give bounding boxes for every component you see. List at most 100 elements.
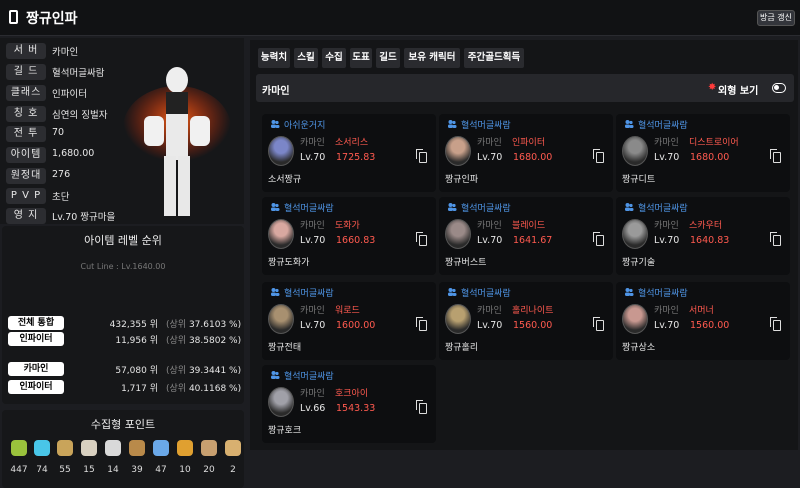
ranking-rank: 57,080 위 (115, 366, 158, 376)
profile-value: 276 (52, 169, 71, 180)
collection-item[interactable]: 39 (126, 440, 148, 480)
tab-0[interactable]: 능력치 (258, 48, 290, 68)
ignea-token-icon (105, 440, 121, 456)
collection-item[interactable]: 14 (102, 440, 124, 480)
tab-1[interactable]: 스킬 (294, 48, 318, 68)
copy-icon[interactable] (593, 232, 604, 246)
collection-count: 47 (155, 465, 167, 475)
character-level: Lv.70 (300, 152, 326, 163)
character-item-level: 1680.00 (513, 152, 553, 163)
character-card[interactable]: 아쉬운거지 카마인 소서리스 Lv.70 1725.83 소서짱규 (262, 114, 436, 192)
tab-6[interactable]: 주간골드획득 (464, 48, 524, 68)
refresh-button[interactable]: 방금 갱신 (757, 10, 795, 26)
character-card[interactable]: 혈석머글싸람 카마인 디스트로이어 Lv.70 1680.00 짱규디트 (616, 114, 790, 192)
character-name: 짱규기술 (622, 258, 656, 268)
copy-icon[interactable] (416, 400, 427, 414)
character-card[interactable]: 혈석머글싸람 카마인 인파이터 Lv.70 1680.00 짱규인파 (439, 114, 613, 192)
character-server: 카마인 (477, 221, 502, 231)
orpheus-star-icon (225, 440, 241, 456)
ranking-row: 카마인 57,080 위 (상위 39.3441 %) (8, 362, 244, 378)
character-portrait (268, 219, 294, 249)
character-item-level: 1560.00 (690, 320, 730, 331)
collection-item[interactable]: 2 (222, 440, 244, 480)
collection-item[interactable]: 15 (78, 440, 100, 480)
ranking-percent: 40.1168 %) (188, 384, 242, 394)
collection-item[interactable]: 10 (174, 440, 196, 480)
guild-members-icon (625, 288, 634, 296)
copy-icon[interactable] (770, 149, 781, 163)
collection-item[interactable]: 20 (198, 440, 220, 480)
character-level: Lv.70 (477, 235, 503, 246)
collection-count: 15 (83, 465, 95, 475)
copy-icon[interactable] (770, 232, 781, 246)
tab-2[interactable]: 수집 (322, 48, 346, 68)
copy-icon[interactable] (593, 149, 604, 163)
character-item-level: 1543.33 (336, 403, 376, 414)
guild-members-icon (448, 203, 457, 211)
collection-item[interactable]: 55 (54, 440, 76, 480)
character-server: 카마인 (300, 138, 325, 148)
character-card[interactable]: 혈석머글싸람 카마인 홀리나이트 Lv.70 1560.00 짱규홀리 (439, 282, 613, 360)
profile-label: 길 드 (6, 64, 46, 80)
character-card[interactable]: 혈석머글싸람 카마인 블레이드 Lv.70 1641.67 짱규버스트 (439, 197, 613, 275)
mokoko-seed-icon (11, 440, 27, 456)
character-name: 짱규호크 (268, 426, 302, 436)
copy-icon[interactable] (416, 317, 427, 331)
page-title: 짱규인파 (26, 11, 78, 27)
character-portrait (268, 387, 294, 417)
character-class: 스카우터 (689, 221, 723, 231)
collection-item[interactable]: 74 (31, 440, 53, 480)
world-tree-leaf-icon (177, 440, 193, 456)
sea-bounty-icon (153, 440, 169, 456)
appearance-toggle[interactable] (772, 83, 786, 93)
character-item-level: 1680.00 (690, 152, 730, 163)
character-server: 카마인 (477, 306, 502, 316)
profile-label: 전 투 (6, 126, 46, 142)
guild-name: 혈석머글싸람 (461, 204, 511, 214)
guild-members-icon (271, 203, 280, 211)
collection-title: 수집형 포인트 (90, 418, 156, 431)
guild-members-icon (271, 120, 280, 128)
collection-count: 447 (10, 465, 28, 475)
guild-name: 혈석머글싸람 (461, 121, 511, 131)
profile-label: 칭 호 (6, 106, 46, 122)
character-card[interactable]: 혈석머글싸람 카마인 서머너 Lv.70 1560.00 짱규상소 (616, 282, 790, 360)
character-card[interactable]: 혈석머글싸람 카마인 호크아이 Lv.66 1543.33 짱규호크 (262, 365, 436, 443)
tab-3[interactable]: 도표 (350, 48, 372, 68)
collection-item[interactable]: 47 (150, 440, 172, 480)
ranking-percent: 37.6103 %) (188, 320, 242, 330)
character-level: Lv.70 (477, 152, 503, 163)
character-class: 워로드 (335, 306, 360, 316)
profile-value: 카마인 (52, 47, 79, 58)
character-name: 짱규전태 (268, 343, 302, 353)
character-portrait (268, 136, 294, 166)
copy-icon[interactable] (770, 317, 781, 331)
character-item-level: 1560.00 (513, 320, 553, 331)
island-heart-icon (34, 440, 50, 456)
character-card[interactable]: 혈석머글싸람 카마인 스카우터 Lv.70 1640.83 짱규기술 (616, 197, 790, 275)
guild-members-icon (625, 203, 634, 211)
collection-points: 수집형 포인트 447 74 55 15 14 39 47 10 20 2 (2, 410, 244, 488)
character-class: 블레이드 (512, 221, 546, 231)
character-card[interactable]: 혈석머글싸람 카마인 도화가 Lv.70 1660.83 짱규도화가 (262, 197, 436, 275)
collection-count: 2 (230, 465, 236, 475)
profile-value: 1,680.00 (52, 148, 95, 159)
character-name: 짱규도화가 (268, 258, 310, 268)
profile-value: Lv.70 짱규마을 (52, 212, 116, 223)
character-level: Lv.70 (477, 320, 503, 331)
copy-icon[interactable] (416, 149, 427, 163)
character-level: Lv.70 (300, 320, 326, 331)
character-portrait (622, 304, 648, 334)
collection-item[interactable]: 447 (8, 440, 30, 480)
character-card[interactable]: 혈석머글싸람 카마인 워로드 Lv.70 1600.00 짱규전태 (262, 282, 436, 360)
copy-icon[interactable] (416, 232, 427, 246)
character-name: 짱규홀리 (445, 343, 479, 353)
tab-5[interactable]: 보유 캐릭터 (404, 48, 460, 68)
tab-4[interactable]: 길드 (376, 48, 400, 68)
profile-label: 원정대 (6, 168, 46, 184)
ranking-title: 아이템 레벨 순위 (84, 234, 162, 247)
item-level-ranking: 아이템 레벨 순위 Cut Line : Lv.1640.00 전체 통합 432… (2, 226, 244, 404)
right-panel: 능력치 스킬 수집 도표 길드 보유 캐릭터 주간골드획득 카마인 ✸ 외형 보기 아쉬운거… (250, 40, 798, 450)
copy-icon[interactable] (593, 317, 604, 331)
guild-name: 아쉬운거지 (284, 121, 326, 131)
